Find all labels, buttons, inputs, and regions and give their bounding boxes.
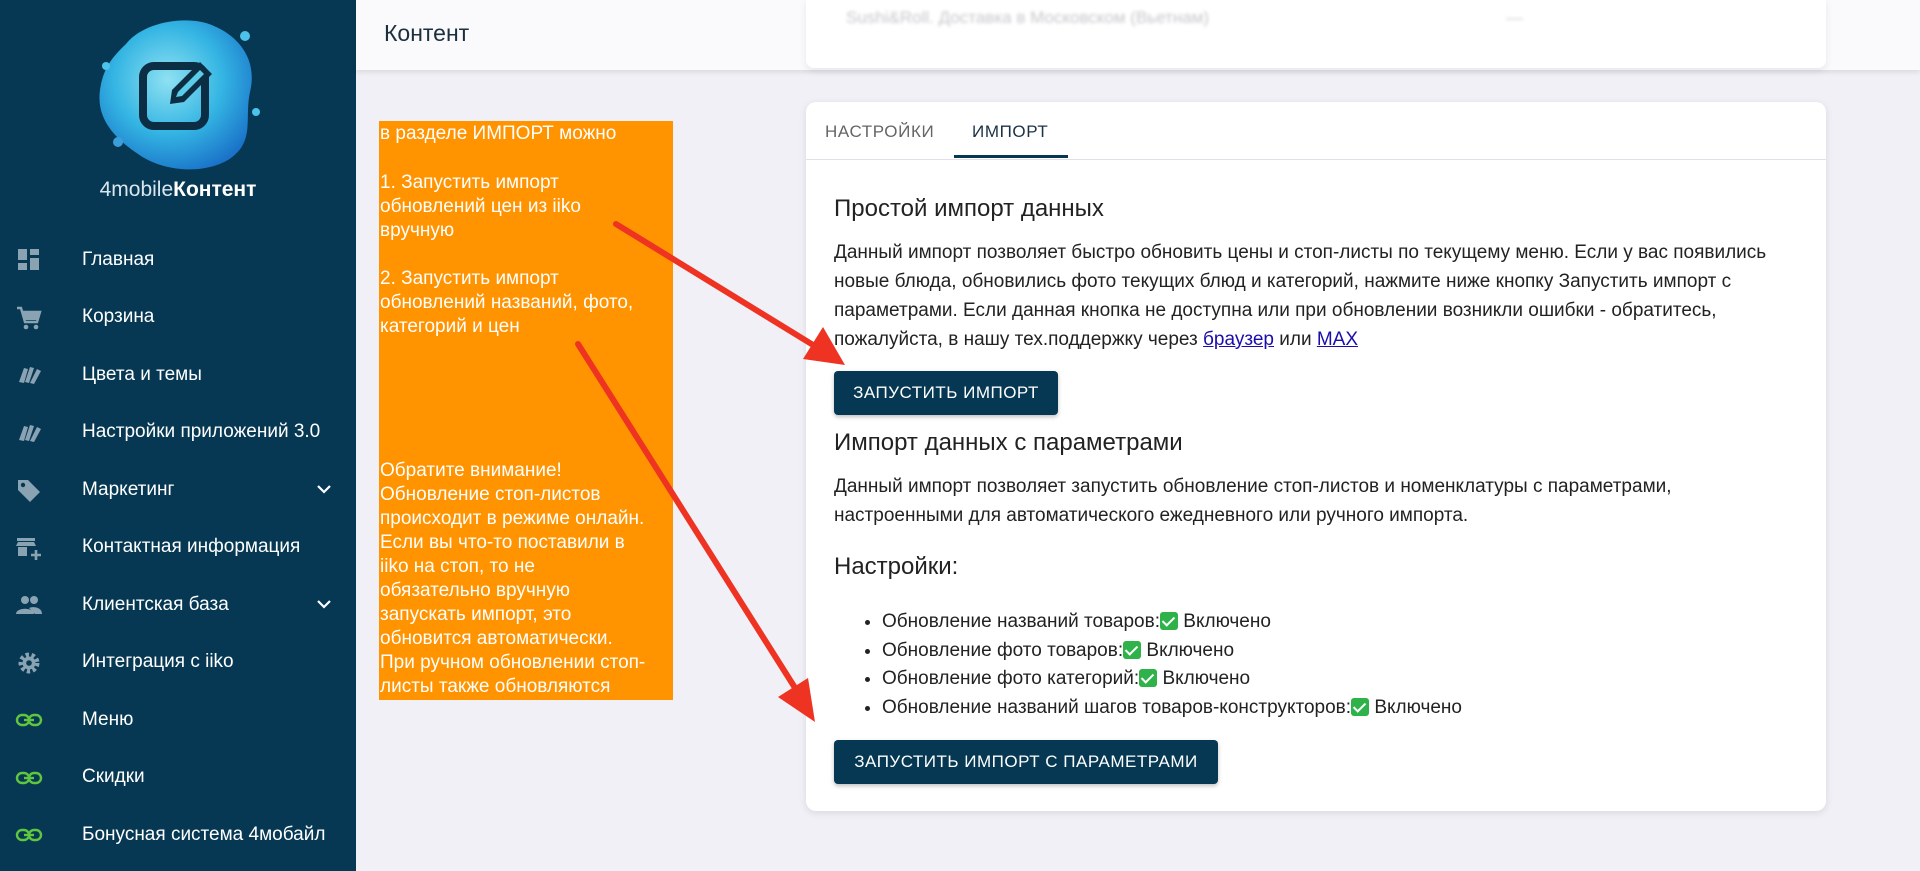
import-card: НАСТРОЙКИ ИМПОРТ Простой импорт данных Д… bbox=[806, 102, 1826, 811]
sidebar-item-label: Главная bbox=[82, 248, 155, 270]
simple-import-description: Данный импорт позволяет быстро обновить … bbox=[834, 242, 1767, 350]
people-icon bbox=[16, 596, 42, 614]
sidebar-item-label: Контактная информация bbox=[82, 536, 301, 558]
sidebar-item-cart[interactable]: Корзина bbox=[0, 289, 356, 347]
run-import-with-params-button[interactable]: ЗАПУСТИТЬ ИМПОРТ С ПАРАМЕТРАМИ bbox=[834, 740, 1218, 784]
list-item: Обновление фото категорий: Включено bbox=[882, 665, 1462, 694]
sidebar-item-label: Интеграция с iiko bbox=[82, 651, 234, 673]
chevron-down-icon[interactable] bbox=[316, 481, 332, 497]
sidebar-item-label: Корзина bbox=[82, 306, 155, 328]
app-logo[interactable] bbox=[88, 14, 263, 174]
browser-support-link[interactable]: браузер bbox=[1203, 329, 1274, 350]
sidebar-item-client-base[interactable]: Клиентская база bbox=[0, 576, 356, 634]
sidebar-item-menu[interactable]: Меню bbox=[0, 691, 356, 749]
tab-import[interactable]: ИМПОРТ bbox=[972, 122, 1048, 142]
active-tab-indicator bbox=[954, 155, 1068, 158]
run-import-button[interactable]: ЗАПУСТИТЬ ИМПОРТ bbox=[834, 371, 1058, 415]
link-icon bbox=[15, 828, 43, 842]
sidebar-item-iiko-integration[interactable]: Интеграция с iiko bbox=[0, 634, 356, 692]
note-point-1: 1. Запустить импорт обновлений цен из ii… bbox=[380, 172, 581, 241]
tab-settings[interactable]: НАСТРОЙКИ bbox=[825, 122, 934, 142]
checkmark-icon bbox=[1139, 669, 1158, 687]
gear-icon bbox=[18, 652, 40, 673]
logo-blob-icon bbox=[99, 20, 260, 170]
sidebar-item-colors-themes[interactable]: Цвета и темы bbox=[0, 346, 356, 404]
note-attention: Обратите внимание! Обновление стоп-листо… bbox=[380, 460, 646, 697]
simple-import-title: Простой импорт данных bbox=[834, 195, 1104, 222]
link-icon bbox=[15, 771, 43, 784]
sidebar-item-label: Меню bbox=[82, 708, 134, 730]
link-icon bbox=[15, 713, 43, 727]
logo-wordmark: 4mobileКонтент bbox=[99, 178, 257, 201]
settings-list: Обновление названий товаров: Включено Об… bbox=[858, 608, 1462, 722]
palette-icon bbox=[19, 424, 41, 442]
sidebar-item-home[interactable]: Главная bbox=[0, 231, 356, 289]
blurred-card-text: Sushi&Roll. Доставка в Московском (Вьетн… bbox=[846, 8, 1210, 27]
sidebar-nav: Главная Корзина Цвета и темы Настройки п… bbox=[0, 231, 356, 864]
list-item: Обновление названий шагов товаров-констр… bbox=[882, 694, 1462, 723]
palette-icon bbox=[19, 367, 41, 384]
cart-icon bbox=[17, 306, 42, 329]
param-import-title: Импорт данных с параметрами bbox=[834, 429, 1183, 456]
annotation-note: в разделе ИМПОРТ можно 1. Запустить импо… bbox=[379, 121, 673, 700]
param-import-description: Данный импорт позволяет запустить обновл… bbox=[834, 476, 1672, 526]
list-item: Обновление названий товаров: Включено bbox=[882, 608, 1462, 637]
note-point-2: 2. Запустить импорт обновлений названий,… bbox=[380, 268, 634, 337]
max-support-link[interactable]: MAX bbox=[1317, 329, 1358, 350]
tab-bar: НАСТРОЙКИ ИМПОРТ bbox=[806, 102, 1826, 160]
sidebar-item-marketing[interactable]: Маркетинг bbox=[0, 461, 356, 519]
sidebar-item-label: Бонусная система 4мобайл bbox=[82, 823, 326, 845]
sidebar-item-label: Настройки приложений 3.0 bbox=[82, 421, 321, 443]
sidebar-item-label: Клиентская база bbox=[82, 593, 229, 615]
sidebar-item-discounts[interactable]: Скидки bbox=[0, 749, 356, 807]
chevron-down-icon[interactable] bbox=[316, 596, 332, 612]
sidebar-item-contact-info[interactable]: Контактная информация bbox=[0, 519, 356, 577]
sidebar-item-bonus-system[interactable]: Бонусная система 4мобайл bbox=[0, 806, 356, 864]
checkmark-icon bbox=[1351, 697, 1370, 716]
blurred-card-value: — bbox=[1506, 8, 1523, 27]
list-item: Обновление фото товаров: Включено bbox=[882, 637, 1462, 666]
store-add-icon bbox=[16, 537, 41, 560]
note-intro: в разделе ИМПОРТ можно bbox=[380, 123, 617, 144]
sidebar-item-label: Цвета и темы bbox=[82, 363, 202, 385]
sidebar-item-app-settings[interactable]: Настройки приложений 3.0 bbox=[0, 404, 356, 462]
sidebar: 4mobileКонтент Главная Корзина Цвета и т… bbox=[0, 0, 356, 871]
sidebar-item-label: Маркетинг bbox=[82, 478, 175, 500]
settings-title: Настройки: bbox=[834, 553, 959, 580]
checkmark-icon bbox=[1123, 640, 1142, 659]
tag-icon bbox=[18, 480, 40, 502]
dashboard-icon bbox=[18, 249, 39, 270]
previous-card-scrolled: Sushi&Roll. Доставка в Московском (Вьетн… bbox=[806, 0, 1826, 68]
checkmark-icon bbox=[1160, 612, 1178, 630]
page-title: Контент bbox=[384, 20, 470, 46]
sidebar-item-label: Скидки bbox=[82, 766, 145, 788]
